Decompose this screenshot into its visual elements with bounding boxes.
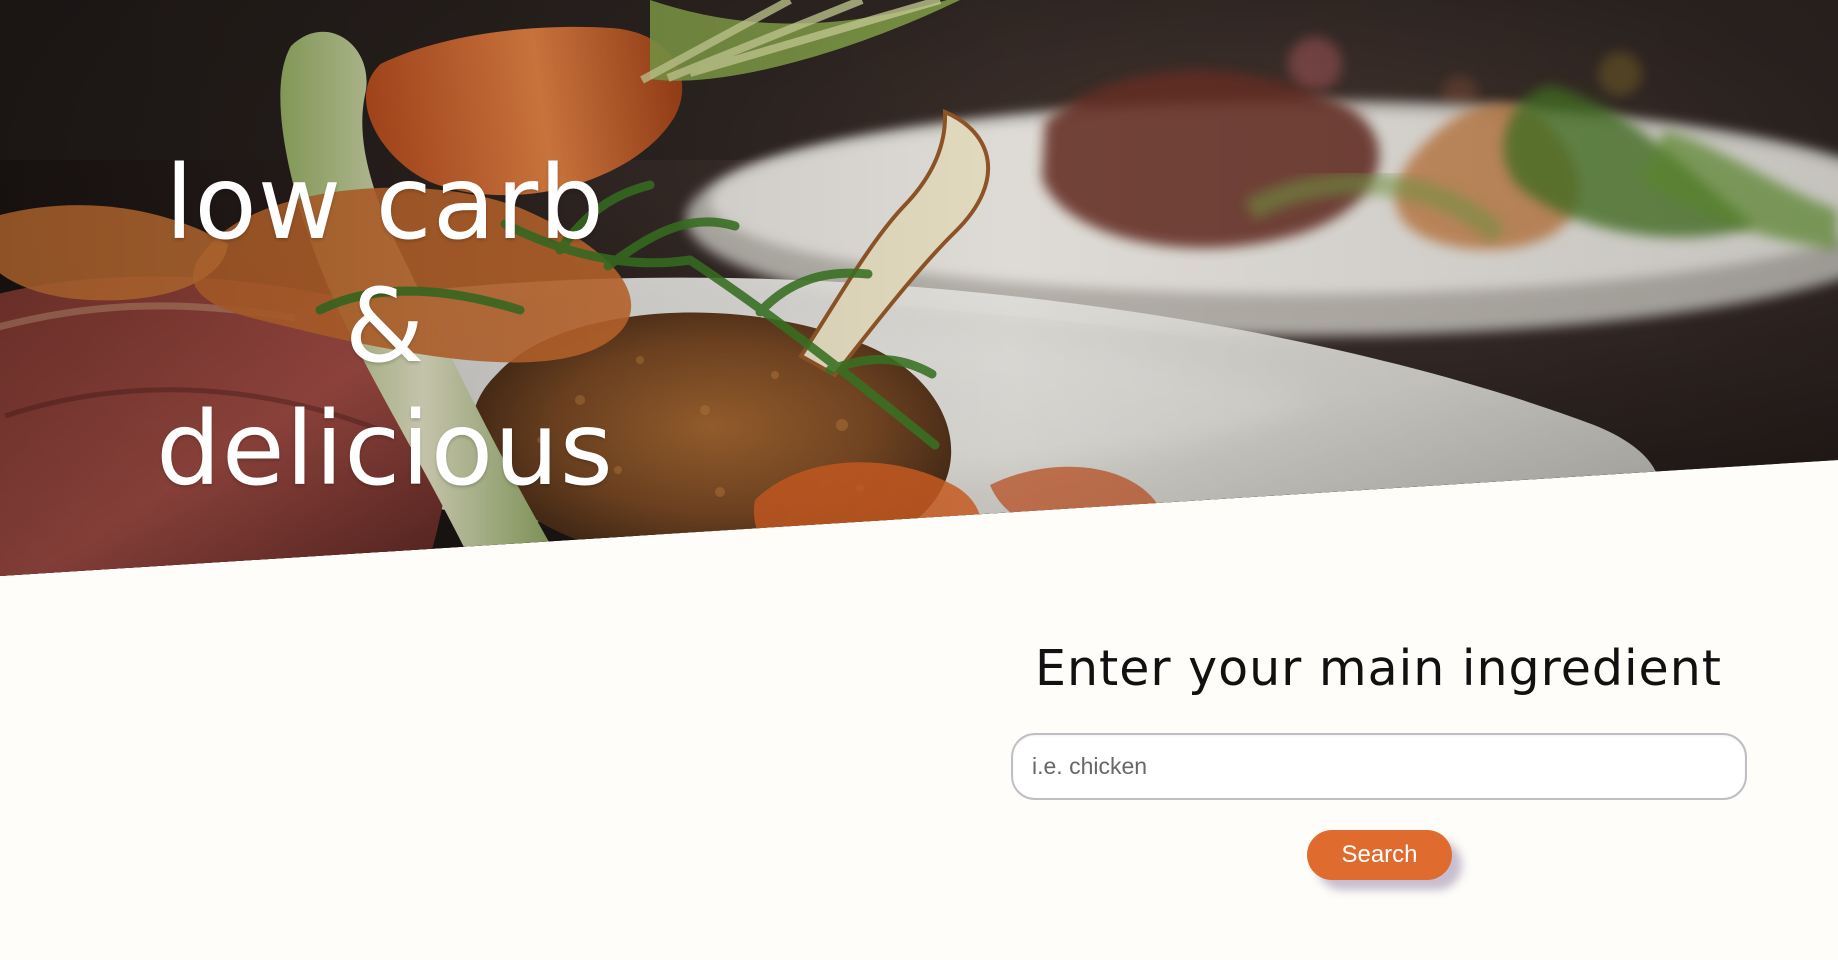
search-button[interactable]: Search — [1307, 830, 1452, 880]
recipe-search-page: low carb & delicious Enter your main ing… — [0, 0, 1838, 960]
hero-title-line-delicious: delicious — [156, 390, 614, 510]
hero-title-line-ampersand: & — [344, 267, 426, 387]
hero-title: low carb & delicious — [154, 142, 616, 511]
ingredient-search-panel: Enter your main ingredient Search — [1010, 625, 1747, 880]
ingredient-search-title: Enter your main ingredient — [1035, 640, 1722, 697]
ingredient-search-input[interactable] — [1011, 733, 1747, 800]
hero-banner: low carb & delicious — [0, 0, 1838, 576]
hero-title-line-low-carb: low carb — [165, 144, 605, 264]
